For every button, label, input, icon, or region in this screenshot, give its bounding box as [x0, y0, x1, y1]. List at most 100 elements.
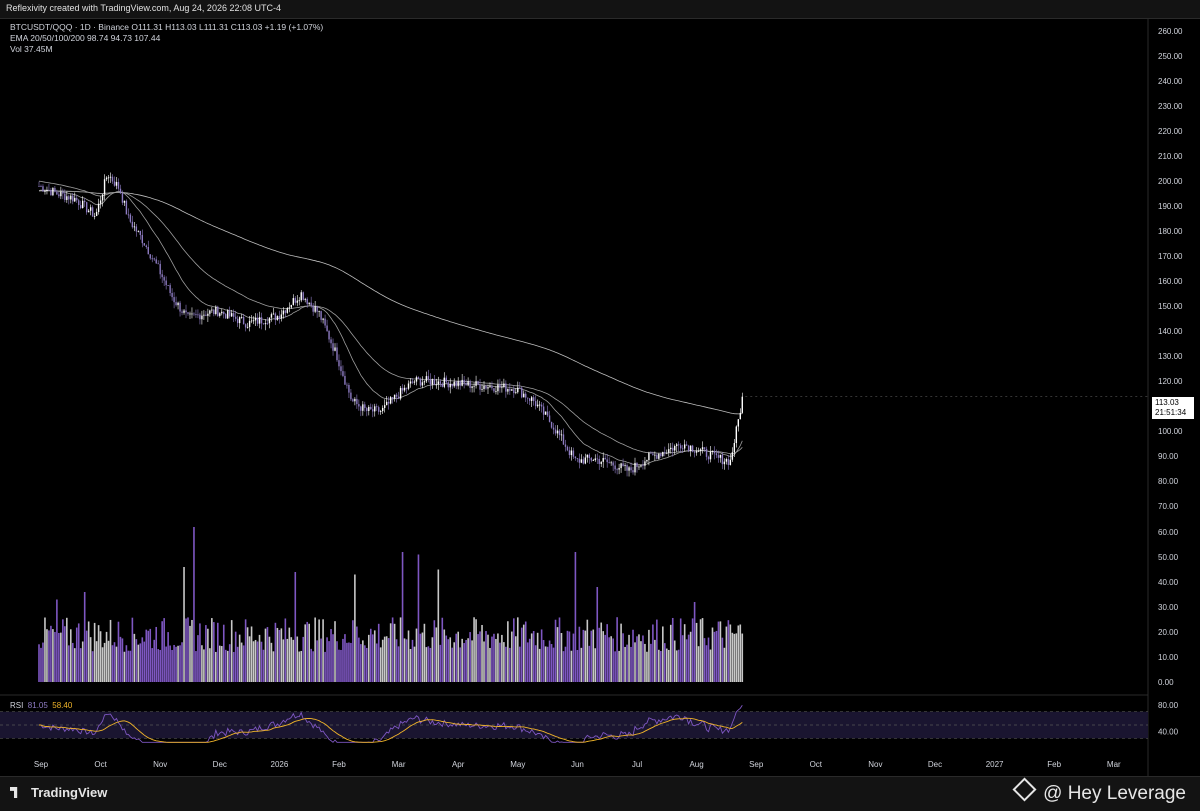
candle	[614, 465, 616, 470]
candle	[270, 314, 273, 318]
candle	[491, 386, 493, 389]
candle	[679, 445, 682, 449]
volume-bar	[193, 527, 195, 682]
volume-bar	[606, 624, 608, 682]
volume-bar	[302, 636, 305, 682]
volume-bar	[123, 651, 126, 682]
candle	[169, 285, 171, 293]
candle	[149, 254, 151, 259]
volume-bar	[689, 631, 692, 682]
volume-bar	[542, 640, 545, 682]
candle	[374, 406, 376, 412]
candle	[648, 452, 650, 461]
volume-bar	[588, 645, 591, 682]
candle	[165, 280, 167, 286]
ema-20-line	[38, 189, 743, 466]
candle	[530, 397, 533, 401]
candle	[387, 401, 390, 404]
candle	[161, 274, 163, 278]
candle	[372, 409, 374, 412]
ema-50-line	[38, 180, 743, 455]
volume-bar	[664, 643, 666, 682]
volume-bar	[721, 637, 724, 682]
volume-bar	[77, 623, 80, 682]
volume-axis-tick: 40.00	[1158, 578, 1179, 587]
volume-bar	[377, 623, 380, 682]
volume-bar	[336, 641, 338, 682]
volume-bar	[107, 640, 110, 682]
volume-axis-tick: 0.00	[1158, 678, 1174, 687]
candle	[548, 415, 551, 422]
candle	[155, 259, 157, 264]
volume-bar	[40, 647, 42, 682]
candle	[606, 459, 608, 463]
candle	[578, 458, 581, 463]
candle	[125, 200, 128, 215]
volume-bar	[584, 630, 587, 682]
candle	[203, 314, 205, 316]
candle	[113, 181, 116, 186]
volume-bar	[276, 627, 279, 682]
volume-bar	[560, 633, 563, 682]
volume-bar	[87, 621, 90, 682]
volume-bar	[737, 625, 740, 682]
candle	[556, 430, 559, 434]
candle	[511, 389, 513, 391]
volume-bar	[52, 629, 54, 682]
tradingview-logo[interactable]: TradingView	[10, 785, 107, 800]
candle	[197, 314, 199, 316]
volume-bar	[650, 643, 652, 682]
volume-bar	[81, 641, 84, 682]
volume-bar	[145, 629, 148, 682]
volume-bar	[278, 630, 281, 682]
candle	[318, 311, 320, 312]
candle	[616, 469, 618, 471]
volume-bar	[735, 633, 738, 682]
volume-bar	[435, 627, 438, 682]
volume-bar	[455, 633, 457, 682]
tradingview-logo-icon	[10, 787, 18, 798]
volume-bar	[367, 634, 370, 682]
candle	[467, 381, 469, 386]
price-axis-tick: 140.00	[1158, 327, 1183, 336]
volume-bar	[691, 618, 694, 682]
candle	[493, 388, 495, 392]
volume-bar	[693, 602, 696, 682]
volume-bar	[167, 632, 169, 682]
candle	[179, 302, 181, 312]
candle	[211, 309, 213, 311]
volume-bar	[268, 636, 271, 682]
candle	[666, 452, 668, 454]
volume-bar	[391, 617, 394, 682]
candle	[594, 458, 596, 461]
candle	[207, 313, 209, 316]
volume-bar	[121, 638, 124, 682]
volume-bar	[240, 642, 243, 682]
rsi-value: 81.05	[27, 701, 48, 710]
volume-bar	[189, 625, 191, 682]
candle	[485, 385, 487, 389]
volume-bar	[356, 626, 358, 682]
volume-bar	[665, 648, 668, 682]
volume-bar	[220, 646, 223, 682]
volume-bar	[226, 650, 229, 682]
candle	[588, 454, 591, 458]
volume-bar	[522, 624, 525, 682]
price-axis-tick: 100.00	[1158, 427, 1183, 436]
volume-bar	[544, 646, 547, 682]
volume-bar	[685, 639, 688, 682]
candle	[221, 311, 223, 314]
volume-bar	[520, 627, 523, 682]
volume-bar	[532, 631, 535, 682]
volume-bar	[526, 642, 529, 682]
candle	[435, 384, 438, 386]
volume-bar	[334, 621, 336, 682]
volume-bar	[556, 627, 559, 682]
volume-bar	[234, 631, 237, 682]
volume-bar	[260, 641, 263, 682]
candle	[741, 396, 743, 413]
price-axis-tick: 260.00	[1158, 27, 1183, 36]
candle	[358, 404, 360, 407]
price-chart[interactable]: 260.00 250.00 240.00 230.00 220.00 210.00 200.…	[0, 18, 1200, 776]
candle	[632, 470, 634, 473]
